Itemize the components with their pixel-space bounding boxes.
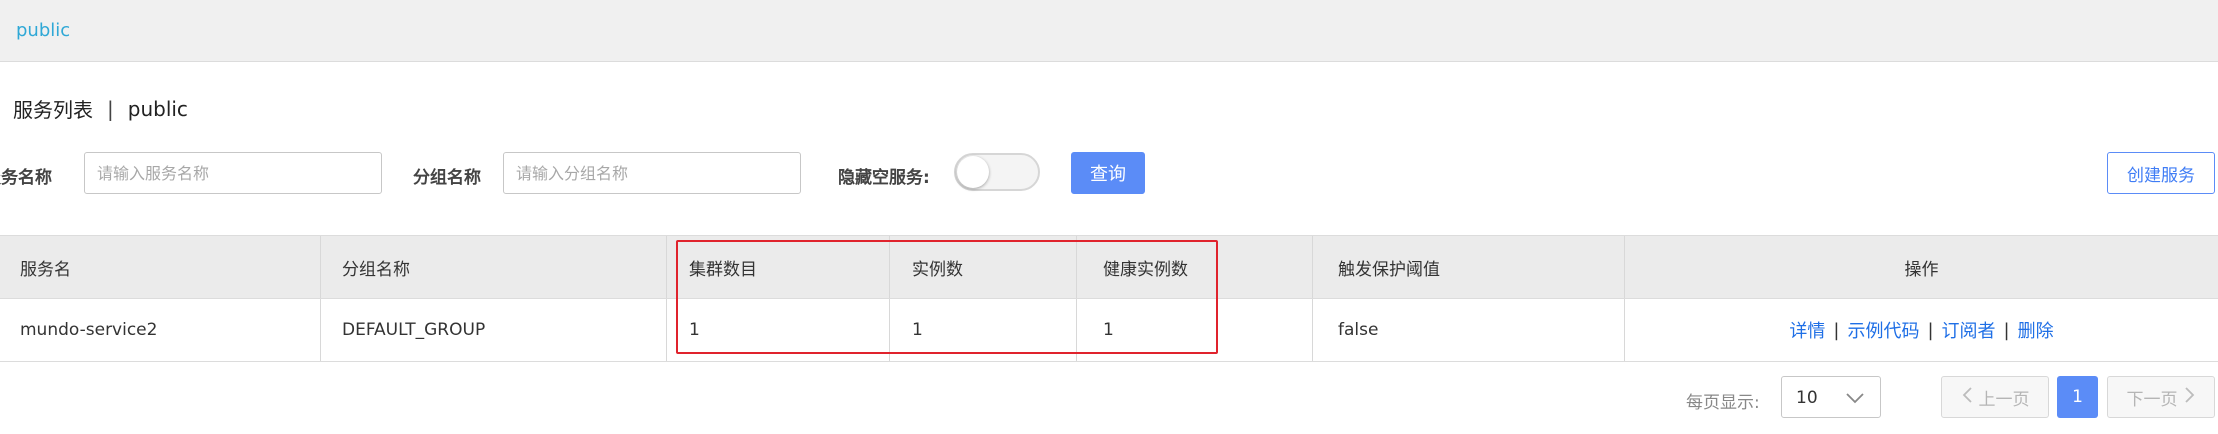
cell-actions: 详情 | 示例代码 | 订阅者 | 删除 (1625, 299, 2218, 361)
delete-link[interactable]: 删除 (2018, 317, 2054, 343)
chevron-down-icon (1844, 385, 1866, 413)
cell-group-name: DEFAULT_GROUP (342, 320, 486, 340)
next-page-label: 下一页 (2126, 389, 2178, 410)
prev-page-label: 上一页 (1978, 389, 2030, 410)
cell-healthy: 1 (1103, 320, 1114, 340)
column-divider (1076, 236, 1077, 298)
action-links: 详情 | 示例代码 | 订阅者 | 删除 (1789, 317, 2053, 343)
column-divider (1312, 299, 1313, 361)
page-size-select[interactable]: 10 (1781, 376, 1881, 418)
col-header-service: 服务名 (20, 259, 71, 280)
page-title-namespace: public (127, 96, 188, 121)
table-row: mundo-service2 DEFAULT_GROUP 1 1 1 false… (0, 299, 2218, 362)
column-divider (320, 299, 321, 361)
hide-empty-toggle[interactable] (954, 153, 1040, 191)
column-divider (320, 236, 321, 298)
query-button[interactable]: 查询 (1071, 152, 1145, 194)
group-name-input[interactable] (503, 152, 801, 194)
col-header-actions: 操作 (1904, 259, 1939, 280)
col-header-healthy: 健康实例数 (1103, 259, 1188, 280)
current-page-button[interactable]: 1 (2057, 376, 2098, 418)
action-separator: | (2003, 319, 2010, 341)
column-divider (889, 236, 890, 298)
namespace-bar: public (0, 0, 2218, 62)
cell-clusters: 1 (689, 320, 700, 340)
page-size-value: 10 (1796, 388, 1818, 408)
prev-page-button[interactable]: 上一页 (1941, 376, 2049, 418)
namespace-public-tab[interactable]: public (16, 20, 70, 41)
cell-protect-threshold: false (1338, 320, 1379, 340)
col-header-group: 分组名称 (342, 259, 410, 280)
hide-empty-label: 隐藏空服务: (838, 168, 930, 188)
next-page-button[interactable]: 下一页 (2107, 376, 2215, 418)
chevron-right-icon (2184, 386, 2196, 409)
cell-instances: 1 (912, 320, 923, 340)
col-header-protect: 触发保护阈值 (1338, 259, 1440, 280)
col-header-instances: 实例数 (912, 259, 963, 280)
column-divider (889, 299, 890, 361)
column-divider (666, 236, 667, 298)
service-name-input[interactable] (84, 152, 382, 194)
column-divider (1076, 299, 1077, 361)
subscribers-link[interactable]: 订阅者 (1942, 317, 1996, 343)
action-separator: | (1833, 319, 1840, 341)
column-divider (666, 299, 667, 361)
chevron-left-icon (1961, 386, 1973, 409)
cell-service-name: mundo-service2 (20, 320, 158, 340)
page-size-label: 每页显示: (1686, 393, 1760, 413)
title-separator: | (107, 96, 114, 121)
toggle-knob (957, 156, 989, 188)
table-header: 服务名 分组名称 集群数目 实例数 健康实例数 触发保护阈值 操作 (0, 235, 2218, 299)
detail-link[interactable]: 详情 (1789, 317, 1825, 343)
sample-code-link[interactable]: 示例代码 (1847, 317, 1919, 343)
column-divider (1312, 236, 1313, 298)
page-title-text: 服务列表 (13, 98, 93, 122)
group-name-label: 分组名称 (413, 168, 481, 188)
page-title: 服务列表 | public (13, 94, 188, 123)
service-name-label: 服务名称 (0, 168, 52, 188)
create-service-button[interactable]: 创建服务 (2107, 152, 2215, 194)
col-header-clusters: 集群数目 (689, 259, 757, 280)
action-separator: | (1927, 319, 1934, 341)
